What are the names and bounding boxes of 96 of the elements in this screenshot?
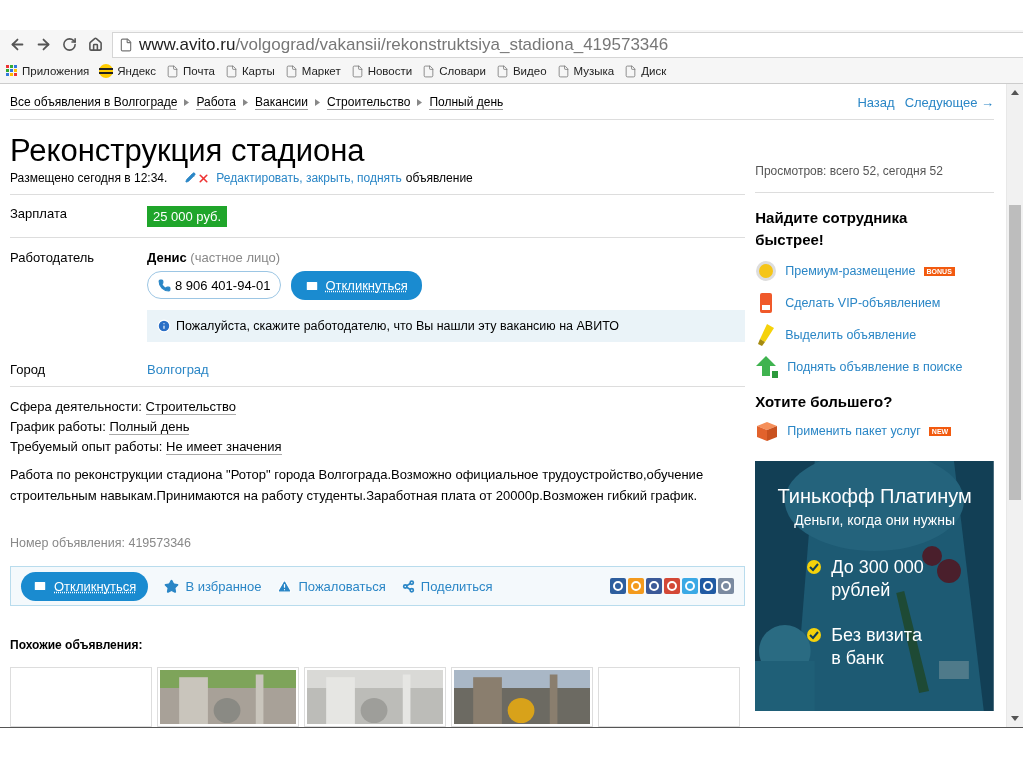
bookmark-link[interactable]: Видео <box>495 64 547 78</box>
action-link[interactable]: В избранное <box>164 578 262 594</box>
detail-link[interactable]: Строительство <box>145 399 237 415</box>
bookmark-link[interactable]: Музыка <box>556 64 615 78</box>
box-icon <box>755 420 780 442</box>
scrollbar[interactable] <box>1006 84 1023 727</box>
social-share-icon[interactable] <box>700 578 717 594</box>
bookmark-link[interactable]: Карты <box>224 64 275 78</box>
promo-heading: Хотите большего? <box>755 392 894 412</box>
page-title: Реконструкция стадиона <box>10 134 366 168</box>
info-icon <box>157 319 171 333</box>
listing-thumbnail[interactable] <box>10 667 152 727</box>
salary-value: 25 000 руб. <box>147 206 228 227</box>
warning-icon <box>277 578 293 594</box>
manage-suffix: объявление <box>405 171 473 185</box>
up-arrow-icon <box>755 355 780 379</box>
breadcrumb-link[interactable]: Работа <box>196 95 237 110</box>
apps-grid-icon <box>6 65 18 77</box>
caret-icon <box>243 99 249 106</box>
page-icon <box>119 37 133 52</box>
scroll-thumb[interactable] <box>1009 205 1021 500</box>
scroll-down-icon[interactable] <box>1011 716 1019 721</box>
page-icon <box>166 64 179 78</box>
back-link[interactable]: Назад <box>857 95 895 110</box>
bookmark-link[interactable]: Маркет <box>284 64 341 78</box>
detail-link[interactable]: Не имеет значения <box>166 439 282 455</box>
page-icon <box>495 64 509 78</box>
promo-heading: Найдите сотрудника быстрее! <box>755 208 909 250</box>
section-heading: Похожие объявления: <box>10 638 144 652</box>
field-label: Город <box>10 362 47 377</box>
breadcrumb-link[interactable]: Полный день <box>429 95 504 110</box>
detail-line: Требуемый опыт работы: Не имеет значения <box>10 438 283 457</box>
social-share-icon[interactable] <box>646 578 663 594</box>
phone-icon <box>158 278 171 292</box>
detail-line: Сфера деятельности: Строительство <box>10 398 238 417</box>
striped-ball-icon <box>99 64 114 78</box>
share-icon <box>401 579 415 593</box>
city-link[interactable]: Волгоград <box>147 362 209 377</box>
check-icon <box>807 628 822 642</box>
mail-icon <box>305 278 320 293</box>
field-label: Работодатель <box>10 250 96 267</box>
pencil-icon[interactable] <box>185 171 197 185</box>
breadcrumb-link[interactable]: Вакансии <box>255 95 308 110</box>
employer-name: Денис (частное лицо) <box>147 250 282 265</box>
description-text: Работа по реконструкции стадиона "Ротор" города Волгограда.Возможно официальное трудоустройство,обучение строительным навыкам.Принимаются на работу студенты.Заработная плата от 20000р.Возможен гибкий график. <box>10 466 705 505</box>
reload-button[interactable] <box>60 35 78 54</box>
next-link[interactable]: Следующее → <box>904 95 994 110</box>
social-share-icon[interactable] <box>610 578 627 594</box>
manage-link[interactable]: Редактировать, закрыть, поднять <box>216 171 402 185</box>
bookmark-link[interactable]: Словари <box>422 64 486 78</box>
reply-button[interactable]: Откликнуться <box>291 271 422 300</box>
page-icon <box>224 64 238 78</box>
action-link[interactable]: Пожаловаться <box>277 578 386 594</box>
bookmark-link[interactable]: Почта <box>166 64 215 78</box>
mail-icon <box>33 579 47 593</box>
phone-button[interactable]: 8 906 401-94-01 <box>147 271 282 299</box>
caret-icon <box>184 99 190 106</box>
social-share-icon[interactable] <box>718 578 735 594</box>
reply-button[interactable]: Откликнуться <box>21 571 149 601</box>
detail-line: График работы: Полный день <box>10 418 191 437</box>
scroll-up-icon[interactable] <box>1011 90 1019 95</box>
social-share-icon[interactable] <box>664 578 681 594</box>
ad-number: Номер объявления: 419573346 <box>10 536 192 550</box>
page-icon <box>556 64 570 78</box>
bookmark-link[interactable]: Яндекс <box>99 64 156 78</box>
banner-point: Без визита в банк <box>831 624 923 670</box>
views-count: Просмотров: всего 52, сегодня 52 <box>755 155 994 193</box>
page-icon <box>624 64 638 78</box>
caret-icon <box>417 99 423 106</box>
notice-text: Пожалуйста, скажите работодателю, что Вы нашли эту вакансию на АВИТО <box>176 319 619 333</box>
listing-thumbnail[interactable] <box>598 667 740 727</box>
ad-banner[interactable]: Тинькофф Платинум Деньги, когда они нужны До 300 000 рублей Без визита в банк <box>755 461 994 711</box>
field-label: Зарплата <box>10 206 68 223</box>
home-button[interactable] <box>86 35 104 54</box>
banner-title: Тинькофф Платинум <box>777 485 972 508</box>
banner-point: До 300 000 рублей <box>831 556 925 602</box>
page-icon <box>422 64 436 78</box>
breadcrumb-link[interactable]: Все объявления в Волгограде <box>10 95 178 110</box>
address-field[interactable]: www.avito.ru/volgograd/vakansii/rekonstruktsiya_stadiona_419573346 <box>112 31 1023 58</box>
caret-icon <box>314 99 320 106</box>
promo-link[interactable]: Сделать VIP-объявлением <box>755 287 994 319</box>
detail-link[interactable]: Полный день <box>109 419 190 435</box>
page-icon <box>350 64 364 78</box>
bookmark-link[interactable]: Диск <box>624 64 667 78</box>
banner-subtitle: Деньги, когда они нужны <box>794 512 955 528</box>
page-icon <box>284 64 298 78</box>
promo-link[interactable]: Поднять объявление в поиске <box>755 351 994 383</box>
coin-icon <box>755 260 778 282</box>
breadcrumb-link[interactable]: Строительство <box>326 95 411 110</box>
bookmark-link[interactable]: Новости <box>350 64 413 78</box>
promo-link[interactable]: Выделить объявление <box>755 319 994 351</box>
action-link[interactable]: Поделиться <box>401 578 493 594</box>
bookmark-link[interactable]: Приложения <box>6 65 90 77</box>
check-icon <box>807 560 822 574</box>
star-icon <box>164 578 180 594</box>
posted-time: Размещено сегодня в 12:34. <box>10 171 168 185</box>
